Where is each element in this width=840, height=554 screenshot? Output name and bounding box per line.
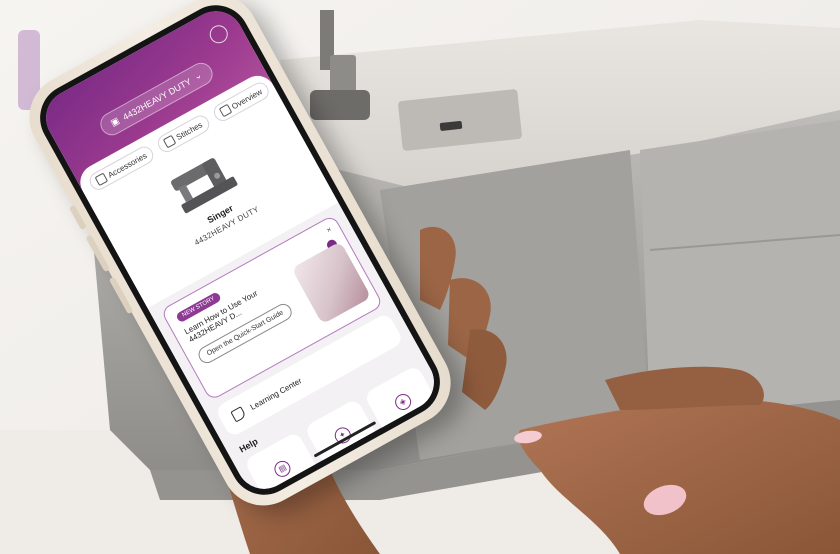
manual-icon: ▤ xyxy=(271,457,294,480)
book-icon xyxy=(230,406,247,423)
tag-icon: ◈ xyxy=(391,390,414,413)
promo-image xyxy=(291,241,372,325)
needle-icon xyxy=(94,172,109,187)
learning-center-label: Learning Center xyxy=(248,375,304,412)
profile-icon[interactable] xyxy=(206,22,231,47)
tab-label: Overview xyxy=(230,86,264,111)
machine-icon: ▣ xyxy=(108,115,122,128)
stitch-icon xyxy=(162,134,177,149)
chevron-down-icon: ⌄ xyxy=(192,69,204,82)
photo-scene: ▣ 4432HEAVY DUTY ⌄ ‹ Accessories Stitche… xyxy=(0,0,840,554)
tab-label: Stitches xyxy=(174,119,204,142)
presser-foot xyxy=(310,90,370,120)
close-icon[interactable]: × xyxy=(325,225,333,235)
info-icon xyxy=(218,103,233,118)
